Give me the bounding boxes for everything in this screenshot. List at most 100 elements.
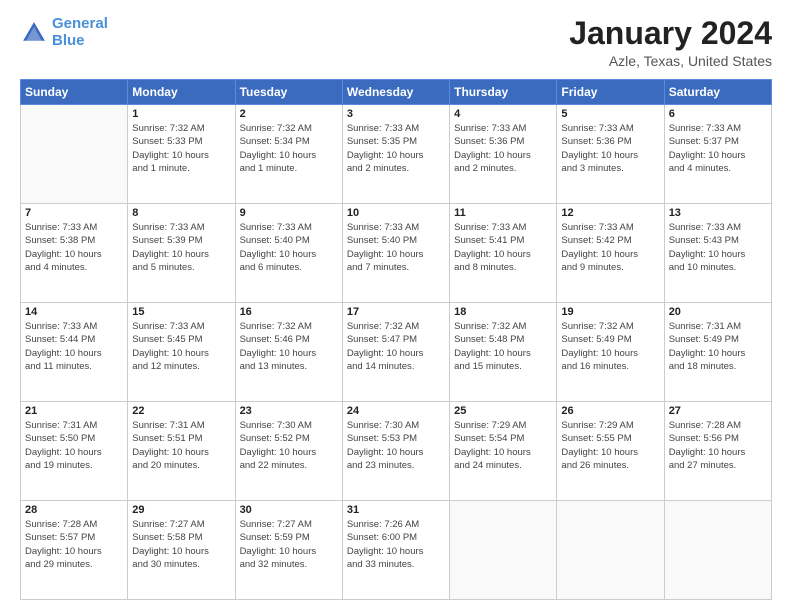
day-number: 29 bbox=[132, 504, 230, 516]
logo-line1: General bbox=[52, 15, 108, 32]
day-info: Sunrise: 7:32 AM Sunset: 5:47 PM Dayligh… bbox=[347, 320, 445, 373]
day-number: 3 bbox=[347, 108, 445, 120]
cell-w4-d7: 27Sunrise: 7:28 AM Sunset: 5:56 PM Dayli… bbox=[664, 402, 771, 501]
cell-w5-d5 bbox=[450, 501, 557, 600]
day-number: 13 bbox=[669, 207, 767, 219]
week-row-5: 28 Sunrise: 7:28 AM Sunset: 5:57 PM Dayli… bbox=[21, 501, 772, 600]
day-number: 2 bbox=[240, 108, 338, 120]
day-number: 19 bbox=[561, 306, 659, 318]
day-info: Sunrise: 7:33 AM Sunset: 5:41 PM Dayligh… bbox=[454, 221, 552, 274]
cell-w3-d6: 19 Sunrise: 7:32 AM Sunset: 5:49 PM Dayli… bbox=[557, 303, 664, 402]
cell-w5-d6 bbox=[557, 501, 664, 600]
cell-w5-d4: 31 Sunrise: 7:26 AM Sunset: 6:00 PM Dayli… bbox=[342, 501, 449, 600]
day-info: Sunrise: 7:33 AM Sunset: 5:42 PM Dayligh… bbox=[561, 221, 659, 274]
day-number: 28 bbox=[25, 504, 123, 516]
day-info: Sunrise: 7:33 AM Sunset: 5:44 PM Dayligh… bbox=[25, 320, 123, 373]
day-info: Sunrise: 7:33 AM Sunset: 5:40 PM Dayligh… bbox=[347, 221, 445, 274]
day-number: 21 bbox=[25, 405, 123, 417]
logo: General Blue bbox=[20, 16, 108, 49]
cell-w3-d7: 20Sunrise: 7:31 AM Sunset: 5:49 PM Dayli… bbox=[664, 303, 771, 402]
day-number: 25 bbox=[454, 405, 552, 417]
cell-w1-d5: 4 Sunrise: 7:33 AM Sunset: 5:36 PM Daylig… bbox=[450, 105, 557, 204]
cell-w5-d3: 30Sunrise: 7:27 AM Sunset: 5:59 PM Dayli… bbox=[235, 501, 342, 600]
cell-w2-d3: 9 Sunrise: 7:33 AM Sunset: 5:40 PM Daylig… bbox=[235, 204, 342, 303]
day-info: Sunrise: 7:29 AM Sunset: 5:55 PM Dayligh… bbox=[561, 419, 659, 472]
day-number: 5 bbox=[561, 108, 659, 120]
cell-w2-d5: 11 Sunrise: 7:33 AM Sunset: 5:41 PM Dayli… bbox=[450, 204, 557, 303]
header-wednesday: Wednesday bbox=[342, 80, 449, 105]
cell-w2-d6: 12 Sunrise: 7:33 AM Sunset: 5:42 PM Dayli… bbox=[557, 204, 664, 303]
week-row-1: 1 Sunrise: 7:32 AM Sunset: 5:33 PM Daylig… bbox=[21, 105, 772, 204]
day-number: 8 bbox=[132, 207, 230, 219]
cell-w1-d4: 3 Sunrise: 7:33 AM Sunset: 5:35 PM Daylig… bbox=[342, 105, 449, 204]
logo-icon bbox=[20, 19, 48, 47]
cell-w4-d2: 22 Sunrise: 7:31 AM Sunset: 5:51 PM Dayli… bbox=[128, 402, 235, 501]
cell-w4-d6: 26Sunrise: 7:29 AM Sunset: 5:55 PM Dayli… bbox=[557, 402, 664, 501]
cell-w5-d2: 29Sunrise: 7:27 AM Sunset: 5:58 PM Dayli… bbox=[128, 501, 235, 600]
weekday-header-row: Sunday Monday Tuesday Wednesday Thursday… bbox=[21, 80, 772, 105]
cell-w4-d1: 21Sunrise: 7:31 AM Sunset: 5:50 PM Dayli… bbox=[21, 402, 128, 501]
header-sunday: Sunday bbox=[21, 80, 128, 105]
cell-w5-d1: 28 Sunrise: 7:28 AM Sunset: 5:57 PM Dayli… bbox=[21, 501, 128, 600]
cell-w3-d2: 15 Sunrise: 7:33 AM Sunset: 5:45 PM Dayli… bbox=[128, 303, 235, 402]
cell-w1-d2: 1 Sunrise: 7:32 AM Sunset: 5:33 PM Daylig… bbox=[128, 105, 235, 204]
cell-w3-d1: 14 Sunrise: 7:33 AM Sunset: 5:44 PM Dayli… bbox=[21, 303, 128, 402]
day-info: Sunrise: 7:33 AM Sunset: 5:39 PM Dayligh… bbox=[132, 221, 230, 274]
day-number: 18 bbox=[454, 306, 552, 318]
day-info: Sunrise: 7:29 AM Sunset: 5:54 PM Dayligh… bbox=[454, 419, 552, 472]
day-info: Sunrise: 7:33 AM Sunset: 5:38 PM Dayligh… bbox=[25, 221, 123, 274]
day-info: Sunrise: 7:31 AM Sunset: 5:49 PM Dayligh… bbox=[669, 320, 767, 373]
day-number: 16 bbox=[240, 306, 338, 318]
day-info: Sunrise: 7:32 AM Sunset: 5:34 PM Dayligh… bbox=[240, 122, 338, 175]
header-thursday: Thursday bbox=[450, 80, 557, 105]
day-number: 1 bbox=[132, 108, 230, 120]
day-number: 9 bbox=[240, 207, 338, 219]
week-row-3: 14 Sunrise: 7:33 AM Sunset: 5:44 PM Dayli… bbox=[21, 303, 772, 402]
day-number: 15 bbox=[132, 306, 230, 318]
cell-w4-d3: 23 Sunrise: 7:30 AM Sunset: 5:52 PM Dayli… bbox=[235, 402, 342, 501]
cell-w1-d3: 2 Sunrise: 7:32 AM Sunset: 5:34 PM Daylig… bbox=[235, 105, 342, 204]
day-info: Sunrise: 7:33 AM Sunset: 5:43 PM Dayligh… bbox=[669, 221, 767, 274]
day-number: 12 bbox=[561, 207, 659, 219]
day-info: Sunrise: 7:32 AM Sunset: 5:33 PM Dayligh… bbox=[132, 122, 230, 175]
day-info: Sunrise: 7:33 AM Sunset: 5:36 PM Dayligh… bbox=[454, 122, 552, 175]
header-monday: Monday bbox=[128, 80, 235, 105]
day-number: 11 bbox=[454, 207, 552, 219]
day-number: 4 bbox=[454, 108, 552, 120]
day-number: 17 bbox=[347, 306, 445, 318]
day-info: Sunrise: 7:32 AM Sunset: 5:49 PM Dayligh… bbox=[561, 320, 659, 373]
day-number: 30 bbox=[240, 504, 338, 516]
cell-w2-d1: 7Sunrise: 7:33 AM Sunset: 5:38 PM Daylig… bbox=[21, 204, 128, 303]
cell-w3-d5: 18 Sunrise: 7:32 AM Sunset: 5:48 PM Dayli… bbox=[450, 303, 557, 402]
cell-w3-d4: 17 Sunrise: 7:32 AM Sunset: 5:47 PM Dayli… bbox=[342, 303, 449, 402]
day-number: 22 bbox=[132, 405, 230, 417]
week-row-4: 21Sunrise: 7:31 AM Sunset: 5:50 PM Dayli… bbox=[21, 402, 772, 501]
logo-line2: Blue bbox=[52, 32, 85, 49]
day-info: Sunrise: 7:28 AM Sunset: 5:57 PM Dayligh… bbox=[25, 518, 123, 571]
cell-w5-d7 bbox=[664, 501, 771, 600]
day-info: Sunrise: 7:33 AM Sunset: 5:36 PM Dayligh… bbox=[561, 122, 659, 175]
day-info: Sunrise: 7:33 AM Sunset: 5:37 PM Dayligh… bbox=[669, 122, 767, 175]
day-info: Sunrise: 7:33 AM Sunset: 5:35 PM Dayligh… bbox=[347, 122, 445, 175]
day-info: Sunrise: 7:33 AM Sunset: 5:40 PM Dayligh… bbox=[240, 221, 338, 274]
day-number: 23 bbox=[240, 405, 338, 417]
cell-w1-d1 bbox=[21, 105, 128, 204]
cell-w1-d7: 6Sunrise: 7:33 AM Sunset: 5:37 PM Daylig… bbox=[664, 105, 771, 204]
cell-w4-d4: 24Sunrise: 7:30 AM Sunset: 5:53 PM Dayli… bbox=[342, 402, 449, 501]
day-number: 10 bbox=[347, 207, 445, 219]
page: General Blue January 2024 Azle, Texas, U… bbox=[0, 0, 792, 612]
day-info: Sunrise: 7:32 AM Sunset: 5:48 PM Dayligh… bbox=[454, 320, 552, 373]
day-info: Sunrise: 7:32 AM Sunset: 5:46 PM Dayligh… bbox=[240, 320, 338, 373]
day-number: 31 bbox=[347, 504, 445, 516]
day-info: Sunrise: 7:26 AM Sunset: 6:00 PM Dayligh… bbox=[347, 518, 445, 571]
day-info: Sunrise: 7:31 AM Sunset: 5:51 PM Dayligh… bbox=[132, 419, 230, 472]
header-friday: Friday bbox=[557, 80, 664, 105]
sub-title: Azle, Texas, United States bbox=[569, 53, 772, 69]
day-info: Sunrise: 7:33 AM Sunset: 5:45 PM Dayligh… bbox=[132, 320, 230, 373]
header: General Blue January 2024 Azle, Texas, U… bbox=[20, 16, 772, 69]
day-info: Sunrise: 7:30 AM Sunset: 5:52 PM Dayligh… bbox=[240, 419, 338, 472]
day-number: 14 bbox=[25, 306, 123, 318]
calendar-table: Sunday Monday Tuesday Wednesday Thursday… bbox=[20, 79, 772, 600]
cell-w2-d7: 13 Sunrise: 7:33 AM Sunset: 5:43 PM Dayli… bbox=[664, 204, 771, 303]
header-tuesday: Tuesday bbox=[235, 80, 342, 105]
